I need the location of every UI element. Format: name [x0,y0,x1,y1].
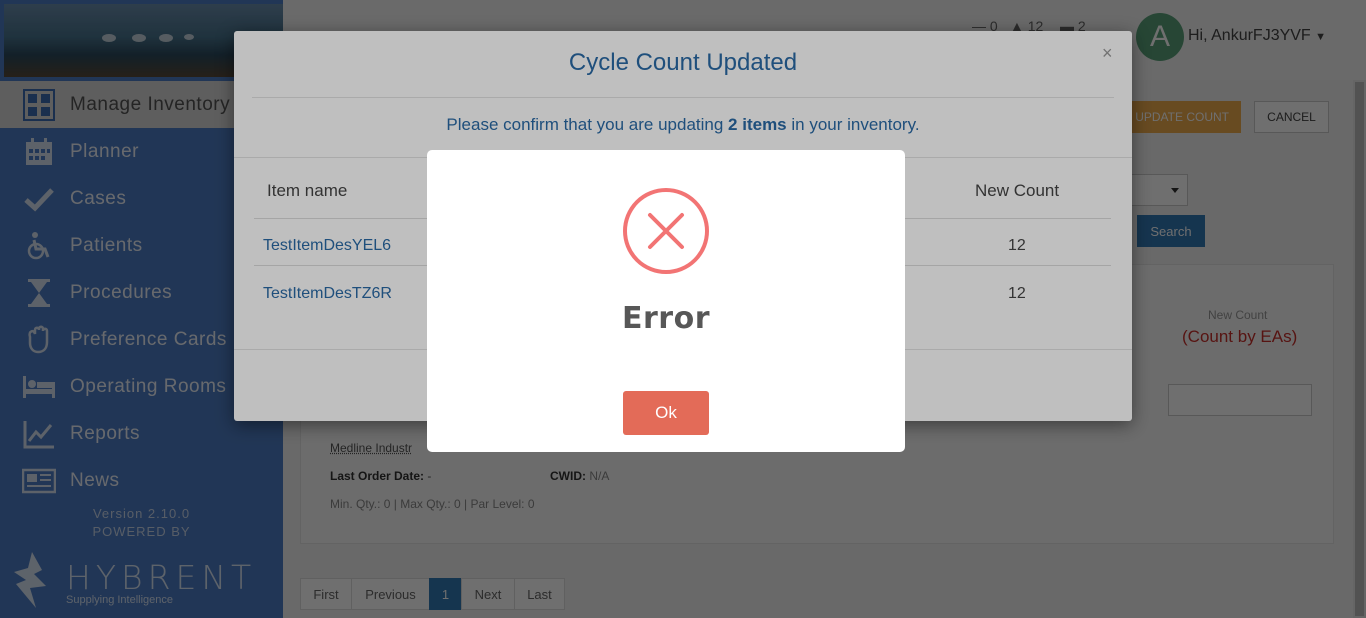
ok-button[interactable]: Ok [623,391,709,435]
error-alert-dialog: Error Ok [427,150,905,452]
error-title: Error [622,301,710,336]
error-x-icon [623,188,709,274]
